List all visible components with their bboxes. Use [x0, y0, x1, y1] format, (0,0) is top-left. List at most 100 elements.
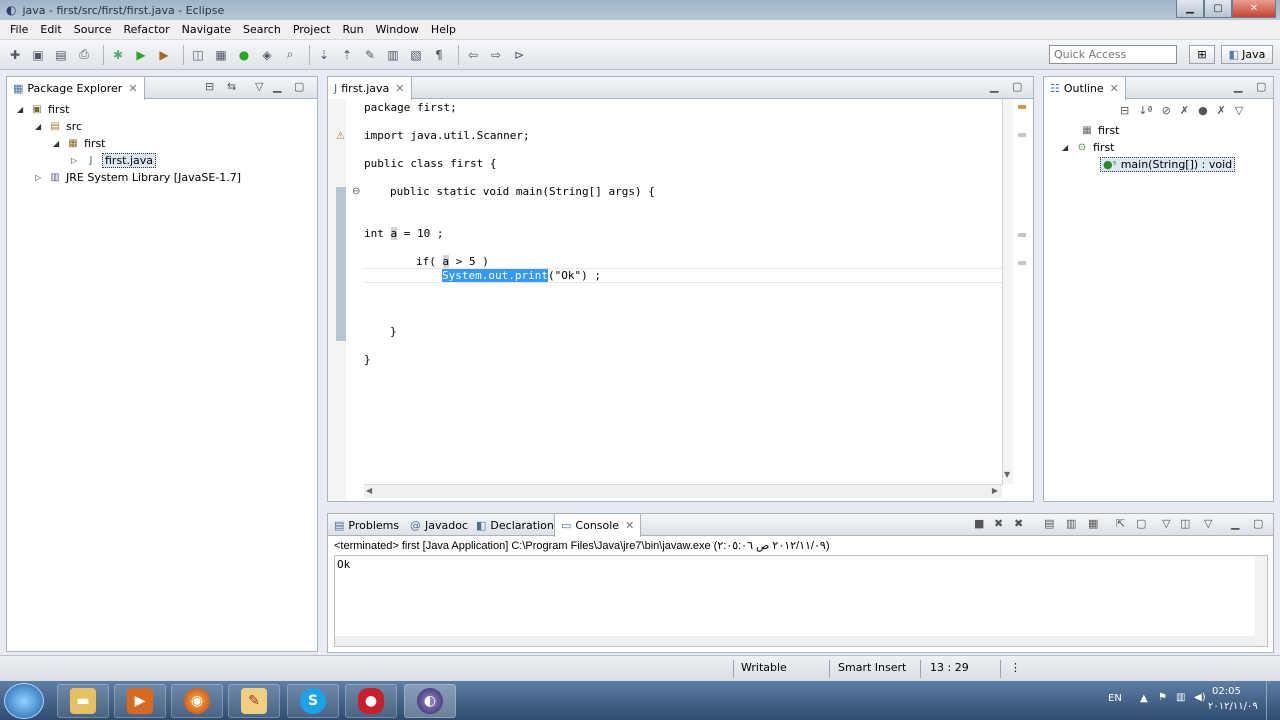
link-editor-icon[interactable]: ⇆ — [227, 80, 236, 93]
quick-access-input[interactable] — [1049, 45, 1177, 64]
code-line[interactable]: System.out.print("Ok") ; — [442, 269, 601, 282]
scroll-left-icon[interactable]: ◀ — [366, 486, 372, 495]
tab-problems[interactable]: ▤ Problems — [328, 514, 405, 536]
prev-annotation-icon[interactable]: ⇡ — [338, 46, 356, 64]
save-icon[interactable]: ▣ — [29, 46, 47, 64]
minimize-view-icon[interactable]: ▁ — [1231, 517, 1239, 530]
start-button[interactable] — [4, 683, 44, 719]
forward-icon[interactable]: ⇨ — [487, 46, 505, 64]
open-console-icon[interactable]: ▽ — [1204, 517, 1212, 530]
maximize-view-icon[interactable]: ▢ — [1012, 80, 1022, 93]
show-desktop-button[interactable] — [1266, 681, 1278, 720]
tab-package-explorer[interactable]: ▦ Package Explorer ✕ — [6, 77, 145, 100]
tab-javadoc[interactable]: @ Javadoc — [404, 514, 474, 536]
new-class-icon[interactable]: ● — [235, 46, 253, 64]
taskbar-paint[interactable]: ✎ — [228, 684, 280, 718]
remove-launch-icon[interactable]: ✖ — [994, 517, 1003, 530]
new-java-project-icon[interactable]: ◫ — [189, 46, 207, 64]
collapse-all-icon[interactable]: ⊟ — [205, 80, 214, 93]
clear-console-icon[interactable]: ▤ — [1044, 517, 1054, 530]
hide-static-icon[interactable]: ✗ — [1180, 104, 1189, 117]
expand-arrow-icon[interactable]: ◢ — [1062, 143, 1072, 152]
overview-marker[interactable] — [1018, 133, 1026, 137]
pin-console-icon[interactable]: ⇱ — [1116, 517, 1125, 530]
close-icon[interactable]: ✕ — [625, 519, 634, 532]
menu-navigate[interactable]: Navigate — [176, 23, 237, 36]
collapse-arrow-icon[interactable]: ▷ — [35, 173, 45, 182]
taskbar-windows-explorer[interactable]: ▬ — [57, 684, 109, 718]
network-icon[interactable]: ⚑ — [1158, 692, 1167, 703]
show-hidden-icons-icon[interactable]: ▲ — [1140, 693, 1148, 704]
code-line[interactable]: package first; — [364, 101, 457, 114]
back-icon[interactable]: ⇦ — [464, 46, 482, 64]
menu-search[interactable]: Search — [237, 23, 287, 36]
close-window-button[interactable]: ✕ — [1232, 0, 1276, 18]
status-more-icon[interactable]: ⋮ — [1010, 661, 1021, 674]
tree-item[interactable]: ◢ ▣ first — [17, 101, 70, 117]
new-console-icon[interactable]: ◫ — [1180, 517, 1190, 530]
tab-outline[interactable]: ☷ Outline ✕ — [1043, 77, 1126, 100]
tree-item[interactable]: ▷ ▥ JRE System Library [JavaSE-1.7] — [35, 169, 241, 185]
maximize-view-icon[interactable]: ▢ — [294, 80, 304, 93]
clock-date[interactable]: ٢٠١٢/١١/٠٩ — [1208, 701, 1258, 712]
scroll-down-icon[interactable]: ▼ — [1004, 470, 1010, 479]
close-icon[interactable]: ✕ — [128, 82, 137, 95]
debug-icon[interactable]: ✱ — [109, 46, 127, 64]
code-line[interactable]: public static void main(String[] args) { — [390, 185, 655, 198]
tree-item-selected[interactable]: ▷ J first.java — [71, 152, 157, 168]
print-icon[interactable]: ⎙ — [75, 46, 93, 64]
code-line[interactable]: if( a > 5 ) — [416, 255, 489, 268]
tab-first-java[interactable]: J first.java ✕ — [327, 77, 412, 100]
menu-edit[interactable]: Edit — [34, 23, 67, 36]
horizontal-scrollbar[interactable]: ◀ ▶ — [364, 484, 1002, 498]
menu-source[interactable]: Source — [68, 23, 118, 36]
console-horizontal-scrollbar[interactable] — [335, 636, 1255, 646]
show-whitespace-icon[interactable]: ¶ — [430, 46, 448, 64]
view-menu-icon[interactable]: ▽ — [1235, 104, 1243, 117]
hide-fields-icon[interactable]: ⊘ — [1162, 104, 1171, 117]
overview-marker[interactable] — [1018, 233, 1026, 237]
hide-local-types-icon[interactable]: ✗ — [1217, 104, 1226, 117]
terminate-icon[interactable]: ■ — [974, 517, 984, 530]
menu-run[interactable]: Run — [336, 23, 369, 36]
fold-collapse-icon[interactable]: ⊖ — [352, 186, 360, 197]
toggle-mark-icon[interactable]: ▥ — [384, 46, 402, 64]
menu-window[interactable]: Window — [370, 23, 425, 36]
console-output-area[interactable]: Ok — [334, 555, 1268, 647]
minimize-view-icon[interactable]: ▁ — [1234, 80, 1242, 93]
code-line[interactable]: import java.util.Scanner; — [364, 129, 530, 142]
view-menu-icon[interactable]: ▽ — [255, 80, 263, 93]
vertical-scrollbar[interactable] — [1003, 99, 1013, 484]
save-all-icon[interactable]: ▤ — [52, 46, 70, 64]
taskbar-firefox[interactable]: ◉ — [171, 684, 223, 718]
next-annotation-icon[interactable]: ⇣ — [315, 46, 333, 64]
language-indicator[interactable]: EN — [1108, 693, 1122, 704]
tab-declaration[interactable]: ◧ Declaration — [470, 514, 560, 536]
block-selection-icon[interactable]: ▧ — [407, 46, 425, 64]
tree-item[interactable]: ◢ ▦ first — [53, 135, 106, 151]
outline-item[interactable]: ▦ first — [1080, 122, 1119, 138]
open-type-icon[interactable]: ◈ — [258, 46, 276, 64]
menu-project[interactable]: Project — [287, 23, 337, 36]
outline-item[interactable]: ◢ ⊙ first — [1062, 139, 1115, 155]
volume-icon[interactable]: ◀) — [1194, 692, 1206, 703]
expand-arrow-icon[interactable]: ◢ — [17, 105, 27, 114]
scroll-lock-icon[interactable]: ▥ — [1066, 517, 1076, 530]
display-selected-console-icon[interactable]: ▽ — [1162, 517, 1170, 530]
new-package-icon[interactable]: ▦ — [212, 46, 230, 64]
display-console-icon[interactable]: ▢ — [1136, 517, 1146, 530]
tree-item[interactable]: ◢ ▤ src — [35, 118, 82, 134]
remove-all-terminated-icon[interactable]: ✖ — [1014, 517, 1023, 530]
taskbar-recorder[interactable]: ● — [345, 684, 397, 718]
code-line[interactable]: public class first { — [364, 157, 496, 170]
taskbar-eclipse[interactable]: ◐ — [404, 684, 456, 718]
external-tools-icon[interactable]: ▶ — [155, 46, 173, 64]
clock-time[interactable]: 02:05 — [1212, 686, 1241, 697]
code-line[interactable]: int a = 10 ; — [364, 227, 443, 240]
new-icon[interactable]: ✚ — [6, 46, 24, 64]
maximize-view-icon[interactable]: ▢ — [1256, 80, 1266, 93]
menu-help[interactable]: Help — [425, 23, 462, 36]
search-icon[interactable]: ⌕ — [281, 46, 299, 64]
scroll-right-icon[interactable]: ▶ — [992, 486, 998, 495]
close-icon[interactable]: ✕ — [395, 82, 404, 95]
